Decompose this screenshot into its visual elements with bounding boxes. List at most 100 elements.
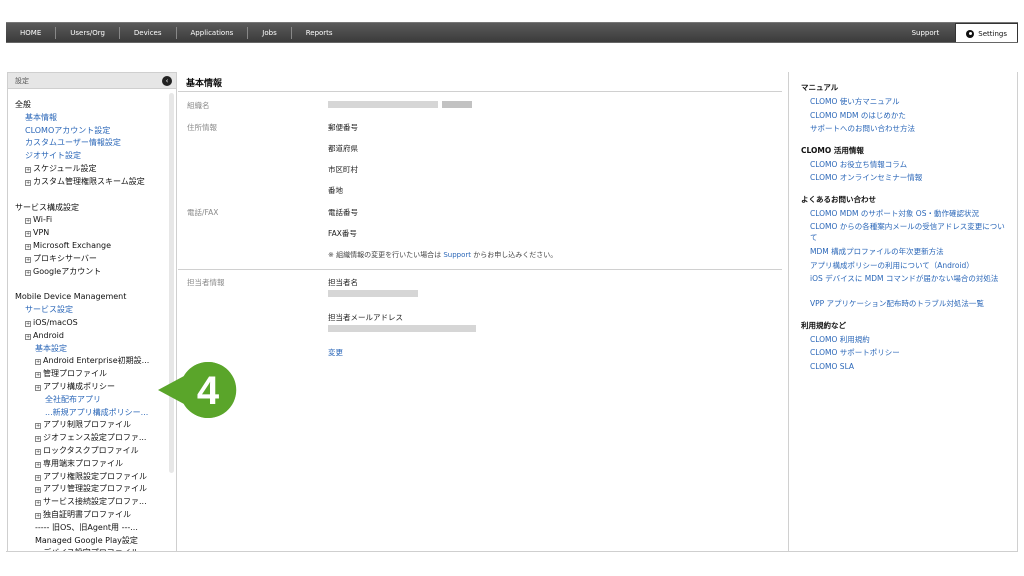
help-link[interactable]: iOS デバイスに MDM コマンドが届かない場合の対処法	[810, 273, 1010, 284]
sidebar-link[interactable]: 基本設定	[15, 343, 176, 356]
plus-box-icon[interactable]: +	[35, 423, 41, 430]
help-link[interactable]: CLOMO オンラインセミナー情報	[810, 172, 1010, 183]
plus-box-icon[interactable]: +	[25, 179, 31, 186]
help-link[interactable]: CLOMO MDM のはじめかた	[810, 110, 1010, 121]
plus-box-icon[interactable]: +	[35, 512, 41, 519]
sidebar-tree-node[interactable]: + Android Enterprise初期設...	[15, 355, 176, 368]
sidebar-item-label: 専用端末プロファイル	[43, 458, 123, 468]
plus-box-icon[interactable]: +	[35, 384, 41, 391]
sidebar-link[interactable]: ジオサイト設定	[15, 150, 176, 163]
sidebar-link[interactable]: 全社配布アプリ	[15, 394, 176, 407]
sidebar-link[interactable]: ...新規アプリ構成ポリシー...	[15, 407, 176, 420]
plus-box-icon[interactable]: +	[25, 256, 31, 263]
sidebar-tree-node[interactable]: + iOS/macOS	[15, 317, 176, 330]
help-link[interactable]: サポートへのお問い合わせ方法	[810, 123, 1010, 134]
sidebar-tree-node[interactable]: + アプリ制限プロファイル	[15, 419, 176, 432]
support-link[interactable]: Support	[443, 251, 471, 259]
help-link[interactable]: CLOMO SLA	[810, 361, 1010, 372]
sidebar-group-heading: Mobile Device Management	[15, 292, 127, 302]
plus-box-icon[interactable]: +	[25, 333, 31, 340]
sidebar-item-label: ジオフェンス設定プロファ...	[43, 433, 147, 443]
plus-box-icon[interactable]: +	[35, 487, 41, 494]
field-city: 市区町村	[328, 165, 358, 174]
help-link[interactable]: CLOMO からの各種案内メールの受信アドレス変更について	[810, 221, 1010, 243]
sidebar-link[interactable]: CLOMOアカウント設定	[15, 125, 176, 138]
redacted-contact-name	[328, 290, 418, 297]
sidebar-tree-node[interactable]: + カスタム管理権限スキーム設定	[15, 176, 176, 189]
nav-devices[interactable]: Devices	[120, 26, 177, 39]
sidebar-tree-node[interactable]: + VPN	[15, 227, 176, 240]
label-contact: 担当者情報	[187, 278, 225, 287]
nav-home[interactable]: HOME	[6, 26, 57, 39]
nav-settings-tab[interactable]: Settings	[955, 23, 1018, 43]
plus-box-icon[interactable]: +	[25, 320, 31, 327]
sidebar-tree-node[interactable]: + 管理プロファイル	[15, 368, 176, 381]
settings-tree: 全般 基本情報 CLOMOアカウント設定 カスタムユーザー情報設定 ジオサイト設定 + スケ…	[8, 89, 176, 551]
sidebar-tree-node[interactable]: + アプリ構成ポリシー	[15, 381, 176, 394]
help-link[interactable]: CLOMO 利用規約	[810, 334, 1010, 345]
nav-reports[interactable]: Reports	[292, 27, 347, 39]
sidebar-item-label: スケジュール設定	[33, 163, 97, 173]
sidebar-tree-node[interactable]: + Android	[15, 330, 176, 343]
help-link[interactable]: アプリ構成ポリシーの利用について（Android）	[810, 260, 1010, 271]
plus-box-icon[interactable]: +	[35, 436, 41, 443]
plus-box-icon[interactable]: +	[25, 218, 31, 225]
sidebar-tree-node[interactable]: + サービス接続設定プロファ...	[15, 496, 176, 509]
sidebar-tree-node[interactable]: + Microsoft Exchange	[15, 240, 176, 253]
nav-divider	[6, 42, 1018, 43]
sidebar-item-label: プロキシサーバー	[33, 253, 97, 263]
bottom-border	[6, 551, 1018, 552]
sidebar-item-label: ...新規アプリ構成ポリシー...	[45, 407, 149, 417]
help-link[interactable]: CLOMO 使い方マニュアル	[810, 96, 1010, 107]
sidebar-tree-node[interactable]: + アプリ権限設定プロファイル	[15, 471, 176, 484]
plus-box-icon[interactable]: +	[25, 243, 31, 250]
sidebar-item-label: Microsoft Exchange	[33, 240, 112, 250]
sidebar-tree-node[interactable]: + スケジュール設定	[15, 163, 176, 176]
plus-box-icon[interactable]: +	[25, 166, 31, 173]
support-note: ※ 組織情報の変更を行いたい場合は Support からお申し込みください。	[328, 250, 557, 260]
plus-box-icon[interactable]: +	[35, 372, 41, 379]
plus-box-icon[interactable]: +	[35, 448, 41, 455]
sidebar-tree-node[interactable]: + Googleアカウント	[15, 266, 176, 279]
help-link[interactable]: CLOMO MDM のサポート対象 OS・動作確認状況	[810, 208, 1010, 219]
section-divider	[178, 269, 782, 270]
sidebar-tree-node[interactable]: + ジオフェンス設定プロファ...	[15, 432, 176, 445]
plus-box-icon[interactable]: +	[25, 269, 31, 276]
redacted-org-name-2	[442, 101, 472, 108]
plus-box-icon[interactable]: +	[25, 231, 31, 238]
sidebar-item-label: 独自証明書プロファイル	[43, 509, 131, 519]
gear-icon	[966, 29, 975, 38]
plus-box-icon[interactable]: +	[35, 359, 41, 366]
help-link[interactable]: VPP アプリケーション配布時のトラブル対処法一覧	[810, 298, 1010, 309]
sidebar-item-label: CLOMOアカウント設定	[25, 125, 111, 135]
nav-applications[interactable]: Applications	[177, 26, 249, 39]
sidebar-tree-node[interactable]: + ロックタスクプロファイル	[15, 445, 176, 458]
help-link[interactable]: CLOMO サポートポリシー	[810, 347, 1010, 358]
sidebar-link[interactable]: カスタムユーザー情報設定	[15, 137, 176, 150]
nav-users-org[interactable]: Users/Org	[56, 26, 120, 39]
plus-box-icon[interactable]: +	[35, 474, 41, 481]
sidebar-tree-node[interactable]: + 専用端末プロファイル	[15, 458, 176, 471]
sidebar-item-label: Wi-Fi	[33, 215, 53, 225]
nav-jobs[interactable]: Jobs	[248, 26, 292, 39]
sidebar-link[interactable]: サービス設定	[15, 304, 176, 317]
field-fax: FAX番号	[328, 229, 357, 238]
title-divider	[178, 91, 782, 92]
sidebar-tree-node[interactable]: + アプリ管理設定プロファイル	[15, 483, 176, 496]
collapse-arrow-icon[interactable]: ‹	[162, 76, 172, 86]
sidebar-item-label: サービス接続設定プロファ...	[43, 497, 147, 507]
help-link[interactable]: MDM 構成プロファイルの年次更新方法	[810, 246, 1010, 257]
sidebar-tree-node[interactable]: + プロキシサーバー	[15, 253, 176, 266]
plus-box-icon[interactable]: +	[35, 500, 41, 507]
sidebar-item-label: サービス設定	[25, 305, 73, 315]
nav-support[interactable]: Support	[896, 29, 956, 37]
help-link[interactable]: CLOMO お役立ち情報コラム	[810, 159, 1010, 170]
sidebar-link[interactable]: 基本情報	[15, 112, 176, 125]
sidebar-tree-node[interactable]: + Wi-Fi	[15, 214, 176, 227]
sidebar-tree-node[interactable]: + 独自証明書プロファイル	[15, 509, 176, 522]
nav-settings-label: Settings	[978, 29, 1007, 38]
redacted-contact-email	[328, 325, 476, 332]
change-link[interactable]: 変更	[328, 347, 343, 358]
plus-box-icon[interactable]: +	[35, 461, 41, 468]
